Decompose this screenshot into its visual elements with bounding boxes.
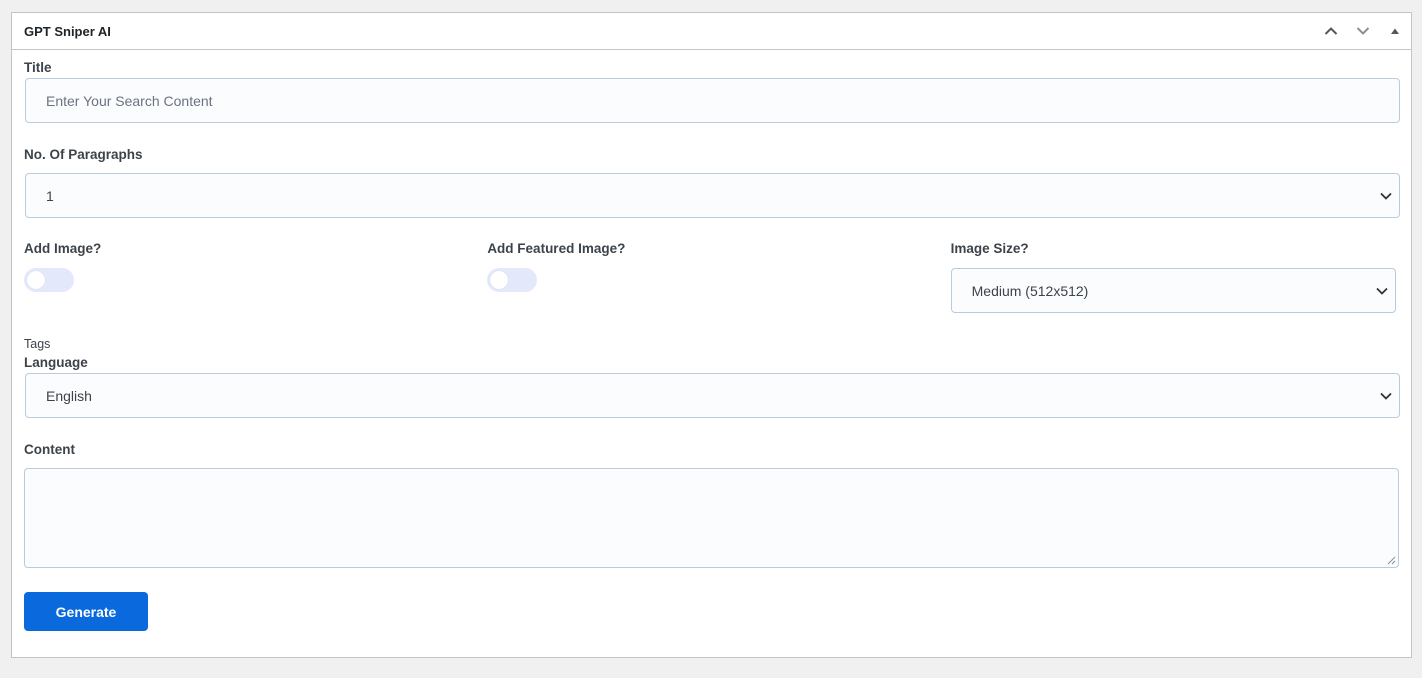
move-up-button[interactable] (1315, 13, 1347, 49)
toggle-knob (490, 271, 509, 289)
paragraphs-label: No. Of Paragraphs (24, 147, 143, 162)
generate-button[interactable]: Generate (24, 592, 148, 631)
move-down-button[interactable] (1347, 13, 1379, 49)
paragraphs-value: 1 (46, 187, 54, 204)
panel-handle-actions (1315, 13, 1411, 49)
chevron-down-icon (1380, 392, 1392, 400)
add-image-label: Add Image? (24, 241, 102, 256)
language-value: English (46, 387, 92, 404)
image-size-select[interactable]: Medium (512x512) (950, 268, 1396, 313)
chevron-down-icon (1375, 287, 1388, 295)
image-size-label: Image Size? (950, 241, 1029, 256)
chevron-down-icon (1380, 192, 1392, 200)
content-textarea[interactable] (24, 468, 1399, 568)
resize-grip-icon[interactable] (1387, 556, 1396, 565)
add-image-group: Add Image? (24, 240, 487, 313)
tags-label: Tags (24, 337, 51, 351)
add-featured-label: Add Featured Image? (487, 241, 626, 256)
chevron-up-icon (1324, 27, 1338, 35)
content-label: Content (24, 442, 75, 457)
image-options-row: Add Image? Add Featured Image? Image Siz… (24, 240, 1399, 313)
chevron-down-icon (1356, 27, 1370, 35)
image-size-value: Medium (512x512) (971, 282, 1089, 299)
gpt-sniper-panel: GPT Sniper AI Title Enter Your Search Co… (11, 12, 1412, 658)
title-input[interactable]: Enter Your Search Content (25, 78, 1400, 123)
add-featured-toggle[interactable] (487, 268, 538, 292)
add-featured-group: Add Featured Image? (487, 240, 950, 313)
title-label: Title (24, 60, 52, 75)
paragraphs-select[interactable]: 1 (25, 173, 1400, 218)
add-image-toggle[interactable] (24, 268, 74, 292)
panel-body: Title Enter Your Search Content No. Of P… (12, 50, 1411, 631)
panel-header: GPT Sniper AI (12, 13, 1411, 50)
toggle-knob (27, 271, 45, 289)
toggle-panel-button[interactable] (1379, 13, 1411, 49)
title-input-placeholder: Enter Your Search Content (46, 92, 213, 109)
language-label: Language (24, 355, 88, 370)
language-select[interactable]: English (25, 373, 1400, 418)
triangle-up-icon (1391, 28, 1399, 34)
panel-title: GPT Sniper AI (24, 23, 111, 39)
image-size-group: Image Size? Medium (512x512) (950, 240, 1399, 313)
